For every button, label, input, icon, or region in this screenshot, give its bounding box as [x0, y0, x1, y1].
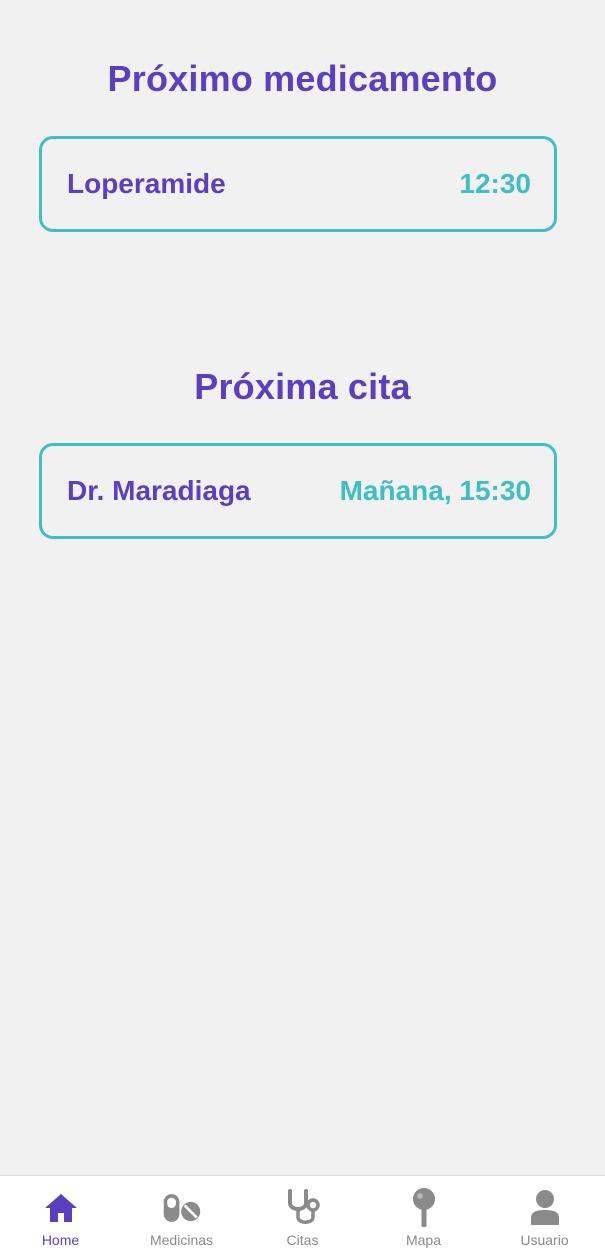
home-screen: Próximo medicamento Loperamide 12:30 Pró… [0, 0, 605, 1252]
nav-item-mapa[interactable]: Mapa [363, 1176, 484, 1252]
nav-label-citas: Citas [286, 1232, 319, 1248]
nav-item-medicinas[interactable]: Medicinas [121, 1176, 242, 1252]
next-appointment-card[interactable]: Dr. Maradiaga Mañana, 15:30 [39, 443, 557, 539]
user-icon [525, 1188, 565, 1228]
medication-name: Loperamide [67, 168, 226, 199]
bottom-navigation: Home Medicinas Citas Mapa Usuario [0, 1175, 605, 1252]
next-medication-card[interactable]: Loperamide 12:30 [39, 136, 557, 232]
pills-icon [162, 1188, 202, 1228]
appointment-doctor: Dr. Maradiaga [67, 475, 251, 506]
nav-label-medicinas: Medicinas [149, 1232, 214, 1248]
home-icon [41, 1188, 81, 1228]
nav-item-citas[interactable]: Citas [242, 1176, 363, 1252]
nav-item-usuario[interactable]: Usuario [484, 1176, 605, 1252]
next-medication-title: Próximo medicamento [107, 58, 498, 99]
nav-label-mapa: Mapa [405, 1232, 442, 1248]
next-appointment-title: Próxima cita [194, 366, 411, 407]
map-pin-icon [404, 1188, 444, 1228]
stethoscope-icon [283, 1188, 323, 1228]
nav-item-home[interactable]: Home [0, 1176, 121, 1252]
nav-label-home: Home [41, 1232, 80, 1248]
medication-time: 12:30 [459, 168, 531, 199]
appointment-time: Mañana, 15:30 [339, 475, 531, 506]
nav-label-usuario: Usuario [520, 1232, 569, 1248]
